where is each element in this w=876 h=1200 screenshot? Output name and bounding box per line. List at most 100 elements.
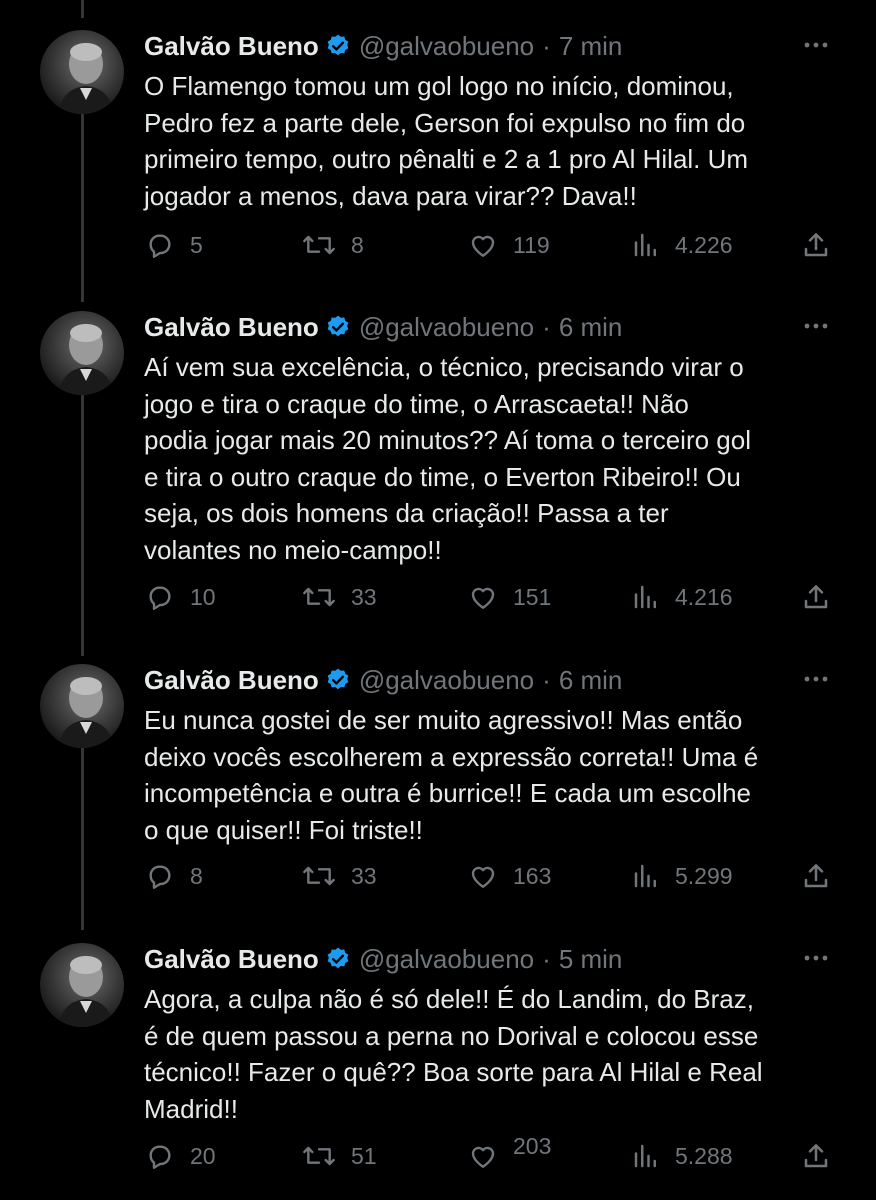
avatar[interactable] (40, 30, 124, 114)
retweet-count: 51 (351, 1142, 377, 1169)
reply-icon (149, 865, 171, 889)
separator-dot: · (542, 30, 551, 61)
tweet-text: Aí vem sua excelência, o técnico, precis… (144, 352, 752, 565)
reply-button[interactable]: 10 (144, 577, 216, 617)
avatar-image (58, 677, 114, 748)
like-button[interactable]: 203 (467, 1132, 552, 1176)
views-chart-icon (634, 585, 656, 609)
share-button[interactable] (800, 1136, 832, 1176)
views-chart-icon (634, 1144, 656, 1168)
avatar[interactable] (40, 664, 124, 748)
retweet-button[interactable]: 8 (301, 225, 364, 265)
like-button[interactable]: 151 (467, 577, 551, 617)
separator-dot: · (542, 664, 551, 695)
views-button[interactable]: 4.216 (631, 577, 733, 617)
retweet-button[interactable]: 51 (301, 1136, 377, 1176)
reply-count: 20 (190, 1142, 216, 1169)
share-icon (804, 233, 828, 257)
verified-badge-icon (325, 946, 351, 972)
verified-badge-icon (325, 33, 351, 59)
avatar-image (58, 956, 114, 1027)
tweet-timestamp[interactable]: 6 min (559, 665, 623, 696)
author-name[interactable]: Galvão Bueno (144, 665, 319, 696)
share-button[interactable] (800, 856, 832, 896)
heart-icon (471, 1146, 495, 1168)
tweet-actions: 8 33 163 5.299 (144, 856, 844, 896)
reply-icon (149, 234, 171, 258)
retweet-icon (303, 1146, 335, 1166)
views-count: 5.288 (675, 1142, 733, 1169)
avatar[interactable] (40, 943, 124, 1027)
like-count: 163 (513, 862, 552, 889)
tweet-timestamp[interactable]: 7 min (559, 31, 623, 62)
tweet-timestamp[interactable]: 6 min (559, 312, 623, 343)
like-count: 119 (513, 231, 550, 258)
more-options-icon[interactable] (800, 30, 832, 60)
heart-icon (471, 866, 495, 888)
tweet-timestamp[interactable]: 5 min (559, 944, 623, 975)
tweet-actions: 20 51 203 5.288 (144, 1132, 844, 1176)
tweet-header: Galvão Bueno @galvaobueno · 5 min (144, 937, 844, 981)
like-count: 203 (513, 1132, 552, 1159)
tweet-actions: 5 8 119 4.226 (144, 225, 844, 265)
views-count: 4.226 (675, 231, 733, 258)
views-count: 5.299 (675, 862, 733, 889)
tweet-text: Eu nunca gostei de ser muito agressivo!!… (144, 705, 759, 845)
author-name[interactable]: Galvão Bueno (144, 944, 319, 975)
separator-dot: · (542, 943, 551, 974)
author-handle[interactable]: @galvaobueno (359, 944, 534, 975)
share-icon (804, 585, 828, 609)
share-icon (804, 1144, 828, 1168)
heart-icon (471, 235, 495, 257)
reply-count: 10 (190, 583, 216, 610)
reply-button[interactable]: 8 (144, 856, 203, 896)
views-button[interactable]: 5.288 (631, 1136, 733, 1176)
avatar-image (58, 324, 114, 395)
like-button[interactable]: 163 (467, 856, 551, 896)
retweet-icon (303, 587, 335, 607)
views-chart-icon (634, 864, 656, 888)
avatar-image (58, 43, 114, 114)
verified-badge-icon (325, 314, 351, 340)
retweet-count: 8 (351, 231, 364, 258)
heart-icon (471, 587, 495, 609)
tweet-header: Galvão Bueno @galvaobueno · 7 min (144, 24, 844, 68)
views-button[interactable]: 4.226 (631, 225, 733, 265)
views-chart-icon (634, 233, 656, 257)
author-handle[interactable]: @galvaobueno (359, 665, 534, 696)
reply-button[interactable]: 5 (144, 225, 203, 265)
thread-line (81, 388, 84, 656)
author-name[interactable]: Galvão Bueno (144, 31, 319, 62)
author-handle[interactable]: @galvaobueno (359, 31, 534, 62)
author-handle[interactable]: @galvaobueno (359, 312, 534, 343)
retweet-count: 33 (351, 583, 377, 610)
views-count: 4.216 (675, 583, 733, 610)
like-count: 151 (513, 583, 552, 610)
tweet-actions: 10 33 151 4.216 (144, 577, 844, 617)
thread-line (81, 742, 84, 930)
reply-icon (149, 1145, 171, 1169)
retweet-button[interactable]: 33 (301, 856, 377, 896)
retweet-button[interactable]: 33 (301, 577, 377, 617)
retweet-icon (303, 235, 335, 255)
reply-button[interactable]: 20 (144, 1136, 216, 1176)
tweet-text: Agora, a culpa não é só dele!! É do Land… (144, 984, 763, 1124)
tweet-header: Galvão Bueno @galvaobueno · 6 min (144, 658, 844, 702)
separator-dot: · (542, 311, 551, 342)
avatar[interactable] (40, 311, 124, 395)
verified-badge-icon (325, 667, 351, 693)
thread-line (81, 0, 84, 18)
share-button[interactable] (800, 225, 832, 265)
more-options-icon[interactable] (800, 943, 832, 973)
tweet-header: Galvão Bueno @galvaobueno · 6 min (144, 305, 844, 349)
views-button[interactable]: 5.299 (631, 856, 733, 896)
like-button[interactable]: 119 (467, 225, 550, 265)
tweet-text: O Flamengo tomou um gol logo no início, … (144, 71, 749, 211)
reply-count: 5 (190, 231, 203, 258)
more-options-icon[interactable] (800, 664, 832, 694)
reply-icon (149, 586, 171, 610)
share-button[interactable] (800, 577, 832, 617)
author-name[interactable]: Galvão Bueno (144, 312, 319, 343)
more-options-icon[interactable] (800, 311, 832, 341)
thread-line (81, 108, 84, 302)
